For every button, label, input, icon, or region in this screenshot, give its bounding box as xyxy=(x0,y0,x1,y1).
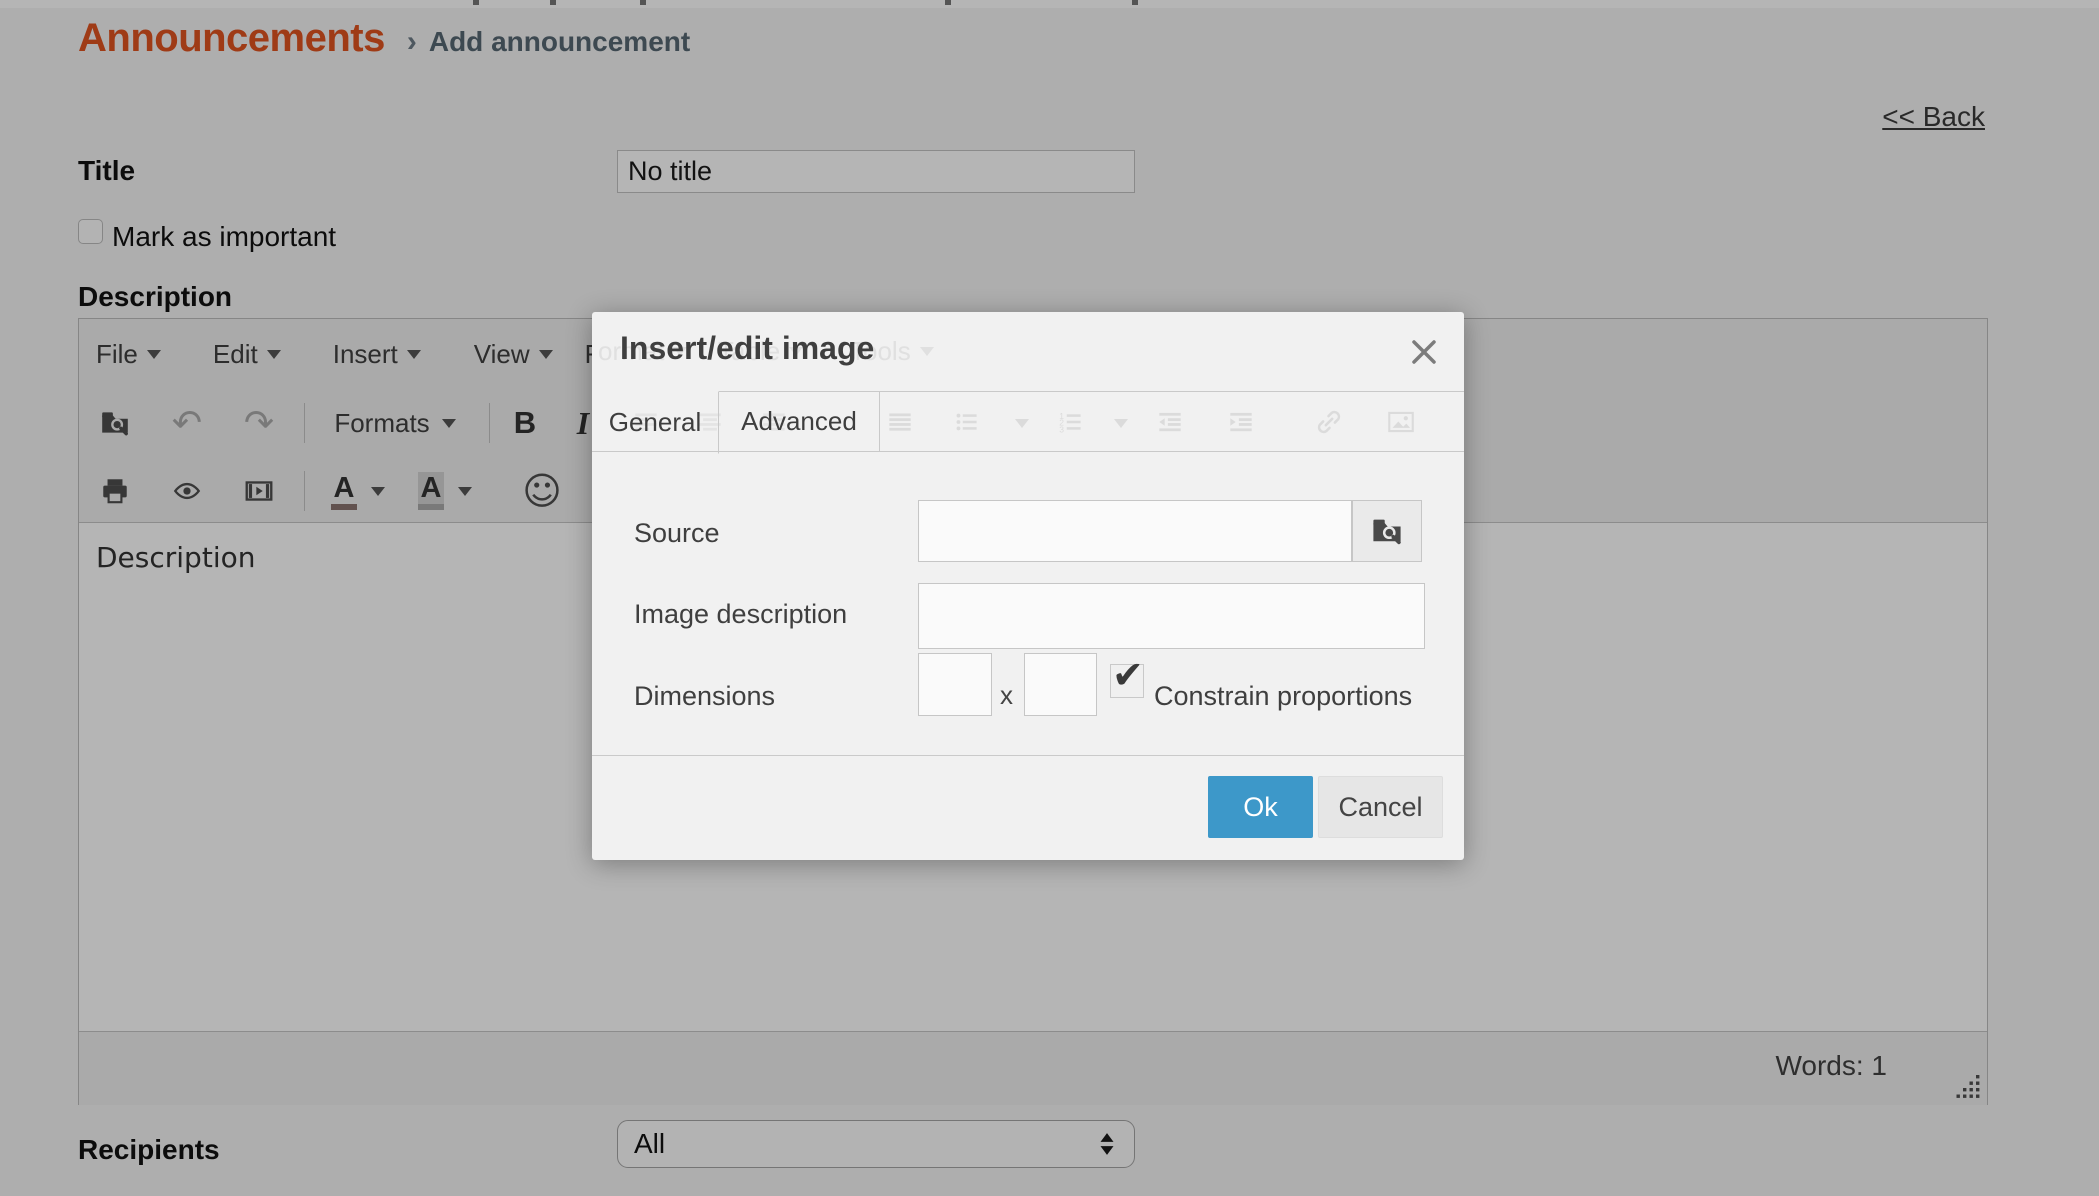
ok-button[interactable]: Ok xyxy=(1208,776,1313,838)
source-input[interactable] xyxy=(918,500,1352,562)
constrain-proportions-checkbox[interactable]: ✔ xyxy=(1110,664,1144,698)
ghost-align-justify-icon xyxy=(884,406,916,438)
ghost-outdent-icon xyxy=(1154,406,1186,438)
tab-general[interactable]: General xyxy=(592,391,719,454)
dimensions-label: Dimensions xyxy=(634,681,775,712)
browse-source-button[interactable] xyxy=(1352,500,1422,562)
dialog-header[interactable]: ormat Table Tools Insert/edit image xyxy=(592,312,1464,391)
checkmark-icon: ✔ xyxy=(1112,653,1144,697)
svg-text:3: 3 xyxy=(1059,425,1064,435)
ghost-indent-icon xyxy=(1225,406,1257,438)
constrain-proportions-label: Constrain proportions xyxy=(1154,681,1412,712)
ghost-bullet-list-icon xyxy=(951,406,983,438)
ghost-numbered-list-icon: 123 xyxy=(1055,406,1087,438)
dialog-body: Source Image description Dimensions x ✔ … xyxy=(592,452,1464,755)
tab-advanced[interactable]: Advanced xyxy=(719,392,880,451)
chevron-down-icon xyxy=(920,347,934,356)
ghost-image-icon xyxy=(1385,406,1417,438)
height-input[interactable] xyxy=(1024,653,1097,716)
source-label: Source xyxy=(634,518,720,549)
ghost-chevron-down-icon xyxy=(1015,419,1029,428)
folder-search-icon xyxy=(1370,514,1404,548)
dialog-title: Insert/edit image xyxy=(620,330,874,367)
dialog-tab-bar: 123 General Advanced xyxy=(592,391,1464,452)
dialog-footer: Ok Cancel xyxy=(592,755,1464,860)
image-description-label: Image description xyxy=(634,599,847,630)
insert-edit-image-dialog: ormat Table Tools Insert/edit image 123 … xyxy=(592,312,1464,860)
cancel-button[interactable]: Cancel xyxy=(1318,776,1443,838)
ghost-chevron-down-icon xyxy=(1114,419,1128,428)
image-description-input[interactable] xyxy=(918,583,1425,649)
ghost-link-icon xyxy=(1313,406,1345,438)
close-icon[interactable] xyxy=(1408,336,1440,368)
width-input[interactable] xyxy=(918,653,992,716)
dimensions-x-separator: x xyxy=(1000,680,1013,711)
